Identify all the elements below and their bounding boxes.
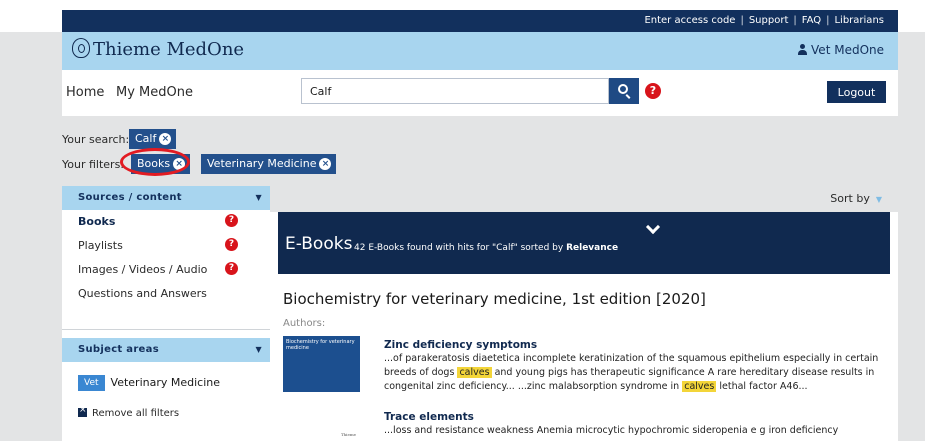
snippet-text: lethal factor A46... bbox=[719, 381, 808, 392]
subject-label: Veterinary Medicine bbox=[110, 376, 221, 389]
banner-title: E-Books bbox=[285, 234, 353, 254]
subject-header-label: Subject areas bbox=[78, 344, 159, 355]
chevron-down-icon: ▼ bbox=[255, 345, 262, 354]
sort-value: Relevance bbox=[566, 243, 619, 253]
book-cover[interactable]: Biochemistry for veterinary medicine Thi… bbox=[283, 336, 360, 441]
book-title-link[interactable]: Biochemistry for veterinary medicine, 1s… bbox=[283, 290, 706, 308]
chevron-down-icon: ▼ bbox=[875, 195, 882, 204]
search-summary: Your search: Calf × Your filters: Books … bbox=[62, 116, 898, 182]
support-link[interactable]: Support bbox=[749, 15, 789, 26]
remove-vet-filter-icon[interactable]: × bbox=[319, 158, 332, 170]
sort-dropdown[interactable]: Sort by ▼ bbox=[830, 192, 882, 205]
hit-snippet: ...loss and resistance weakness Anemia m… bbox=[384, 425, 839, 436]
highlight-term: calves bbox=[682, 381, 717, 392]
authors-label: Authors: bbox=[283, 318, 326, 329]
remove-all-label: Remove all filters bbox=[92, 408, 180, 419]
utility-links: Enter access code | Support | FAQ | Librarians bbox=[62, 10, 898, 32]
separator: | bbox=[740, 15, 744, 26]
logo-text: Thieme MedOne bbox=[93, 39, 245, 60]
divider bbox=[62, 306, 270, 330]
count-text: 42 E-Books found with hits for "Calf" so… bbox=[354, 243, 564, 253]
remove-all-filters[interactable]: Remove all filters bbox=[62, 405, 270, 419]
user-label: Vet MedOne bbox=[811, 43, 884, 57]
ebooks-banner: E-Books 42 E-Books found with hits for "… bbox=[278, 212, 890, 274]
results-panel: Sort by ▼ E-Books 42 E-Books found with h… bbox=[270, 186, 898, 441]
filter-tag-veterinary[interactable]: Veterinary Medicine × bbox=[201, 154, 337, 174]
search-hit: Trace elements ...loss and resistance we… bbox=[384, 410, 892, 438]
search-term-text: Calf bbox=[135, 132, 157, 145]
source-item-books[interactable]: Books ? bbox=[62, 210, 270, 234]
filter-vet-text: Veterinary Medicine bbox=[207, 157, 317, 170]
your-search-label: Your search: bbox=[62, 133, 130, 146]
hit-snippet: ...of parakeratosis diaetetica incomplet… bbox=[384, 352, 892, 394]
cover-publisher: Thieme bbox=[340, 432, 356, 437]
source-label: Questions and Answers bbox=[78, 287, 207, 300]
search-term-tag[interactable]: Calf × bbox=[129, 129, 177, 149]
sources-header[interactable]: Sources / content ▼ bbox=[62, 186, 270, 210]
user-icon bbox=[798, 44, 808, 55]
search-input[interactable] bbox=[301, 78, 609, 104]
close-box-icon bbox=[78, 405, 87, 417]
source-item-media[interactable]: Images / Videos / Audio ? bbox=[62, 258, 270, 282]
sort-bar: Sort by ▼ bbox=[270, 186, 898, 212]
top-utility-bar: Enter access code | Support | FAQ | Librarians bbox=[0, 0, 925, 32]
hit-title-link[interactable]: Trace elements bbox=[384, 410, 892, 424]
filter-sidebar: Sources / content ▼ Books ? Playlists ? … bbox=[62, 186, 270, 441]
media-help-icon[interactable]: ? bbox=[225, 262, 238, 275]
results-count: 42 E-Books found with hits for "Calf" so… bbox=[354, 243, 618, 253]
nav-my-medone[interactable]: My MedOne bbox=[116, 85, 193, 100]
access-code-link[interactable]: Enter access code bbox=[644, 15, 735, 26]
search-icon bbox=[618, 84, 628, 94]
vet-badge: Vet bbox=[78, 375, 105, 391]
source-item-qa[interactable]: Questions and Answers bbox=[62, 282, 270, 306]
source-item-playlists[interactable]: Playlists ? bbox=[62, 234, 270, 258]
search-help-icon[interactable]: ? bbox=[645, 83, 661, 99]
subject-areas-header[interactable]: Subject areas ▼ bbox=[62, 338, 270, 362]
red-annotation-ring bbox=[120, 148, 190, 176]
search-hit: Zinc deficiency symptoms ...of parakerat… bbox=[384, 338, 892, 394]
source-label: Images / Videos / Audio bbox=[78, 263, 208, 276]
librarians-link[interactable]: Librarians bbox=[834, 15, 884, 26]
sort-label: Sort by bbox=[830, 192, 870, 205]
hit-title-link[interactable]: Zinc deficiency symptoms bbox=[384, 338, 892, 352]
chevron-down-icon: ▼ bbox=[255, 193, 262, 202]
separator: | bbox=[826, 15, 830, 26]
your-filters-label: Your filters: bbox=[62, 158, 125, 171]
user-menu[interactable]: Vet MedOne bbox=[798, 43, 884, 57]
source-label: Books bbox=[78, 215, 116, 228]
search-button[interactable] bbox=[609, 78, 639, 104]
sources-header-label: Sources / content bbox=[78, 192, 182, 203]
source-label: Playlists bbox=[78, 239, 123, 252]
nav-home[interactable]: Home bbox=[66, 85, 104, 100]
cover-title: Biochemistry for veterinary medicine bbox=[283, 336, 360, 392]
thieme-crest-icon bbox=[72, 38, 90, 58]
remove-search-icon[interactable]: × bbox=[159, 133, 172, 145]
thieme-logo[interactable]: Thieme MedOne bbox=[72, 38, 244, 60]
books-help-icon[interactable]: ? bbox=[225, 214, 238, 227]
playlists-help-icon[interactable]: ? bbox=[225, 238, 238, 251]
highlight-term: calves bbox=[457, 367, 492, 378]
logout-button[interactable]: Logout bbox=[827, 81, 886, 103]
faq-link[interactable]: FAQ bbox=[802, 15, 821, 26]
expand-chevron-icon[interactable] bbox=[645, 219, 661, 235]
brand-bar: Thieme MedOne Vet MedOne bbox=[62, 32, 898, 70]
main-nav: Home My MedOne ? Logout bbox=[62, 70, 898, 116]
separator: | bbox=[793, 15, 797, 26]
subject-item-veterinary[interactable]: Vet Veterinary Medicine bbox=[62, 372, 270, 394]
